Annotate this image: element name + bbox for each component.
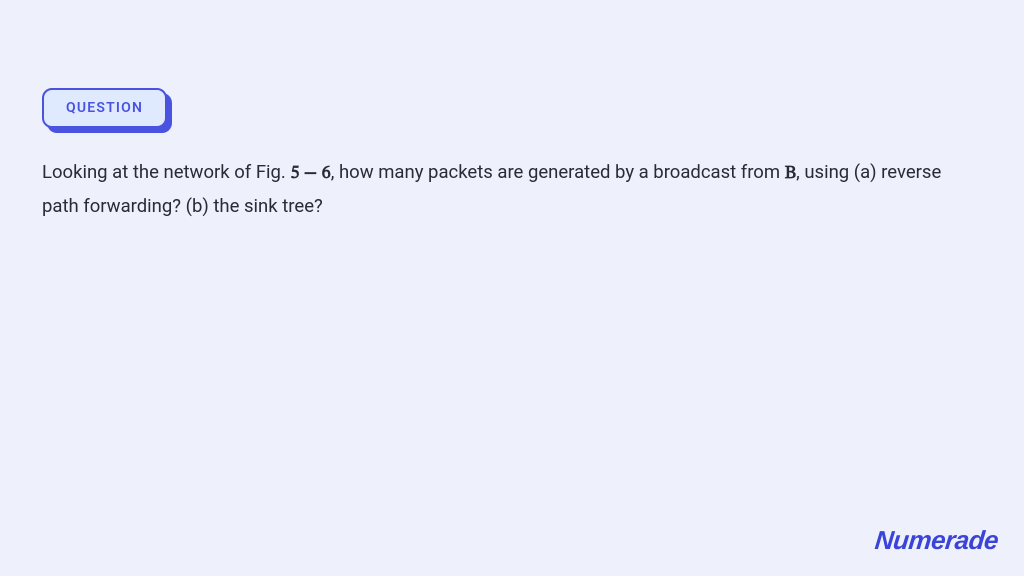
question-prefix: Looking at the network of Fig.: [42, 161, 290, 183]
question-mid: , how many packets are generated by a br…: [331, 161, 785, 183]
question-text: Looking at the network of Fig. 5 − 6, ho…: [42, 156, 982, 223]
figure-reference: 5 − 6: [290, 165, 330, 183]
node-label: B: [785, 165, 796, 183]
brand-logo: Numerade: [875, 525, 998, 556]
badge-label: QUESTION: [42, 88, 167, 128]
question-badge: QUESTION: [42, 88, 167, 128]
question-card: QUESTION Looking at the network of Fig. …: [0, 0, 1024, 223]
brand-name: Numerade: [873, 525, 999, 556]
